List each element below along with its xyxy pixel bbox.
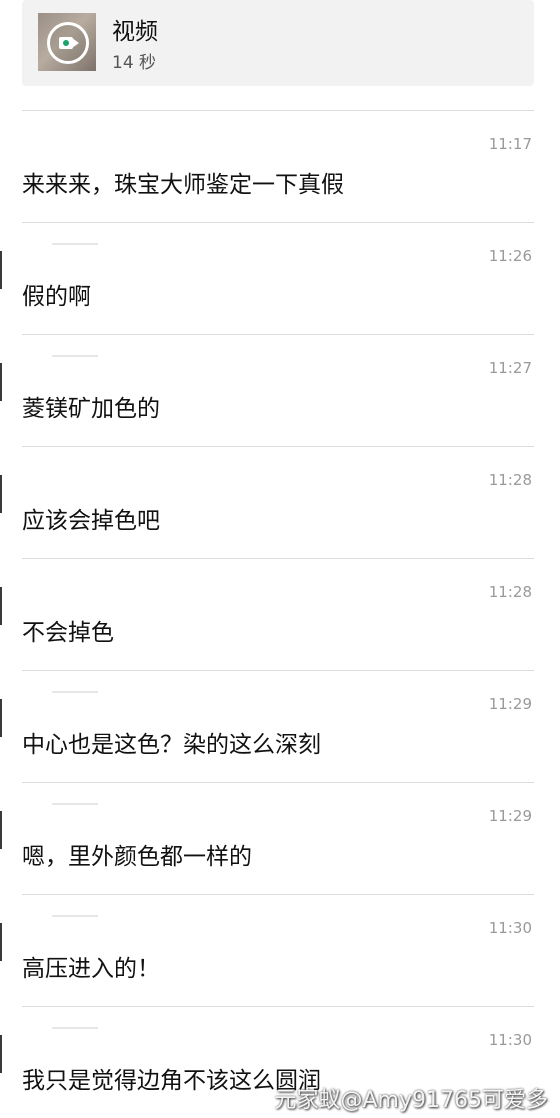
list-item[interactable]: 11:29 嗯，里外颜色都一样的 [0,782,534,894]
list-item[interactable]: 11:30 高压进入的！ [0,894,534,1006]
sender-name-redacted [52,355,98,357]
message-time: 11:29 [488,807,532,825]
avatar-edge [0,699,2,737]
sender-name-redacted [52,803,98,805]
list-item[interactable]: 11:29 中心也是这色？染的这么深刻 [0,670,534,782]
video-duration: 14 秒 [112,53,157,73]
message-text: 来来来，珠宝大师鉴定一下真假 [22,172,344,198]
watermark: 元家蚁@Amy91765可爱多 [274,1088,549,1113]
video-thumbnail[interactable] [38,13,96,71]
list-item[interactable]: 11:28 应该会掉色吧 [0,446,534,558]
message-text: 中心也是这色？染的这么深刻 [22,732,321,758]
sender-name-redacted [52,243,98,245]
message-time: 11:17 [488,135,532,153]
list-item[interactable]: 11:27 菱镁矿加色的 [0,334,534,446]
video-message-card[interactable]: 视频 14 秒 [22,0,534,86]
avatar-edge [0,1035,2,1073]
message-time: 11:30 [488,1031,532,1049]
avatar-edge [0,811,2,849]
list-item[interactable]: 11:17 来来来，珠宝大师鉴定一下真假 [22,110,534,222]
message-time: 11:26 [488,247,532,265]
sender-name-redacted [52,915,98,917]
message-time: 11:29 [488,695,532,713]
message-text: 应该会掉色吧 [22,508,160,534]
message-text: 假的啊 [22,284,91,310]
message-time: 11:28 [488,583,532,601]
video-camera-icon [47,22,89,64]
video-title: 视频 [112,19,158,45]
avatar-edge [0,363,2,401]
list-item[interactable]: 11:28 不会掉色 [0,558,534,670]
message-time: 11:30 [488,919,532,937]
message-text: 菱镁矿加色的 [22,396,160,422]
message-text: 不会掉色 [22,620,114,646]
list-item[interactable]: 11:26 假的啊 [0,222,534,334]
sender-name-redacted [52,1027,98,1029]
avatar-edge [0,587,2,625]
message-text: 高压进入的！ [22,956,160,982]
message-time: 11:28 [488,471,532,489]
sender-name-redacted [52,691,98,693]
avatar-edge [0,475,2,513]
avatar-edge [0,923,2,961]
message-text: 嗯，里外颜色都一样的 [22,844,252,870]
message-list: 11:17 来来来，珠宝大师鉴定一下真假 11:26 假的啊 11:27 菱镁矿… [0,110,560,1118]
message-time: 11:27 [488,359,532,377]
avatar-edge [0,251,2,289]
